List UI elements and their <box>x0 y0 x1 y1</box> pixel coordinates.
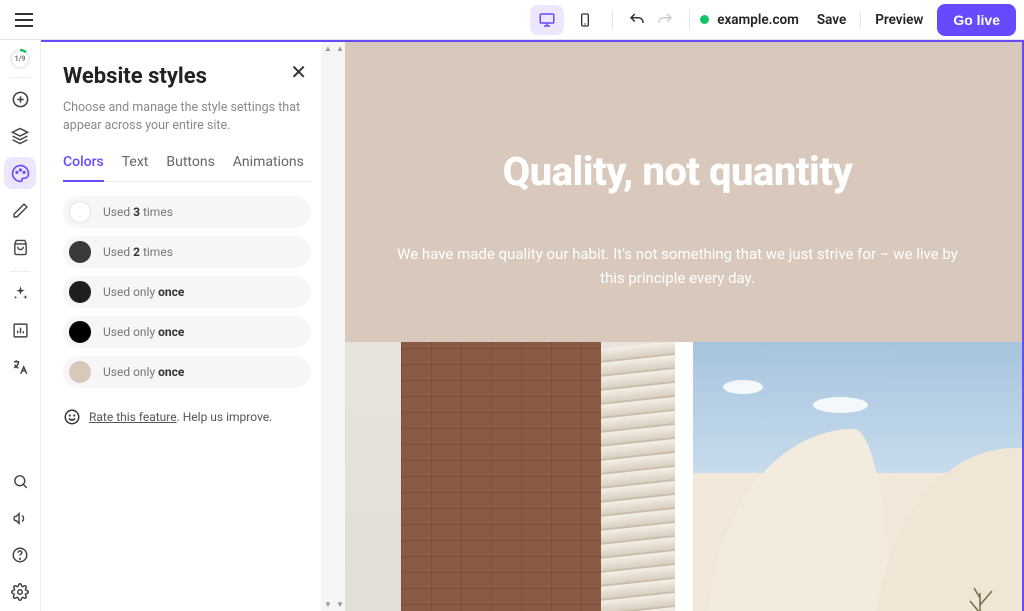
smile-icon <box>63 408 81 426</box>
plant-icon <box>960 563 1000 611</box>
chart-icon <box>12 322 29 339</box>
color-swatch <box>69 321 91 343</box>
color-swatch <box>69 361 91 383</box>
feedback-text: . Help us improve. <box>177 410 273 424</box>
panel-title: Website styles <box>63 64 311 89</box>
redo-icon <box>656 11 674 29</box>
translate-icon <box>11 358 29 376</box>
announce-button[interactable] <box>4 502 36 534</box>
styles-button[interactable] <box>4 157 36 189</box>
panel-scrollbar[interactable]: ▲▼ <box>321 42 333 611</box>
hero-subtitle: We have made quality our habit. It's not… <box>333 242 1022 290</box>
color-usage-label: Used only once <box>103 365 184 379</box>
hero-image-left <box>345 342 675 611</box>
close-icon[interactable]: ✕ <box>290 60 307 84</box>
edit-button[interactable] <box>4 194 36 226</box>
color-row[interactable]: Used only once <box>63 316 311 348</box>
language-button[interactable] <box>4 351 36 383</box>
gear-icon <box>11 583 29 601</box>
palette-icon <box>11 164 30 183</box>
plus-circle-icon <box>11 90 30 109</box>
megaphone-icon <box>12 510 29 527</box>
store-button[interactable] <box>4 231 36 263</box>
help-button[interactable] <box>4 539 36 571</box>
separator <box>689 10 690 30</box>
layers-icon <box>11 127 29 145</box>
color-row[interactable]: Used only once <box>63 276 311 308</box>
tab-colors[interactable]: Colors <box>63 154 104 182</box>
style-tabs: Colors Text Buttons Animations <box>63 154 311 182</box>
styles-panel: ▲▼ ✕ Website styles Choose and manage th… <box>41 40 333 611</box>
canvas-scrollbar[interactable]: ▲▼ <box>333 42 345 611</box>
hero-images <box>345 342 1022 611</box>
left-rail: 1/9 <box>0 40 41 611</box>
rate-feature-link[interactable]: Rate this feature <box>89 410 177 424</box>
color-usage-label: Used 3 times <box>103 205 173 219</box>
device-switcher <box>530 5 602 35</box>
panel-description: Choose and manage the style settings tha… <box>63 99 303 134</box>
tab-buttons[interactable]: Buttons <box>166 154 214 181</box>
layers-button[interactable] <box>4 120 36 152</box>
hero-title: Quality, not quantity <box>333 148 1022 195</box>
mobile-icon <box>577 12 593 28</box>
status-dot-icon <box>700 15 709 24</box>
shopping-bag-icon <box>12 239 29 256</box>
top-bar: example.com Save Preview Go live <box>0 0 1024 40</box>
analytics-button[interactable] <box>4 314 36 346</box>
domain-label: example.com <box>717 12 799 28</box>
add-button[interactable] <box>4 83 36 115</box>
sparkles-icon <box>12 285 29 302</box>
progress-indicator[interactable]: 1/9 <box>9 48 31 70</box>
color-row[interactable]: Used only once <box>63 356 311 388</box>
search-button[interactable] <box>4 465 36 497</box>
undo-icon <box>628 11 646 29</box>
color-swatch <box>69 281 91 303</box>
pencil-icon <box>12 202 29 219</box>
settings-button[interactable] <box>4 576 36 608</box>
tab-text[interactable]: Text <box>122 154 149 181</box>
color-swatch <box>69 241 91 263</box>
separator <box>612 10 613 30</box>
color-swatch <box>69 201 91 223</box>
hero-image-right <box>693 342 1023 611</box>
ai-button[interactable] <box>4 277 36 309</box>
help-icon <box>11 546 29 564</box>
save-button[interactable]: Save <box>817 12 861 28</box>
preview-canvas[interactable]: ▲▼ Quality, not quantity We have made qu… <box>333 40 1024 611</box>
feedback-row: Rate this feature. Help us improve. <box>63 408 311 426</box>
search-icon <box>12 473 29 490</box>
hero-section: Quality, not quantity We have made quali… <box>333 42 1022 342</box>
go-live-button[interactable]: Go live <box>937 4 1016 36</box>
mobile-device-button[interactable] <box>568 5 602 35</box>
color-row[interactable]: Used 3 times <box>63 196 311 228</box>
progress-label: 1/9 <box>9 48 31 70</box>
domain-status[interactable]: example.com <box>700 12 799 28</box>
tab-animations[interactable]: Animations <box>233 154 304 181</box>
color-usage-label: Used 2 times <box>103 245 173 259</box>
redo-button[interactable] <box>651 6 679 34</box>
desktop-device-button[interactable] <box>530 5 564 35</box>
undo-button[interactable] <box>623 6 651 34</box>
color-list: Used 3 times Used 2 times Used only once Us… <box>63 196 311 388</box>
color-usage-label: Used only once <box>103 325 184 339</box>
desktop-icon <box>538 11 556 29</box>
color-usage-label: Used only once <box>103 285 184 299</box>
color-row[interactable]: Used 2 times <box>63 236 311 268</box>
preview-button[interactable]: Preview <box>875 12 923 28</box>
menu-icon[interactable] <box>12 8 36 32</box>
